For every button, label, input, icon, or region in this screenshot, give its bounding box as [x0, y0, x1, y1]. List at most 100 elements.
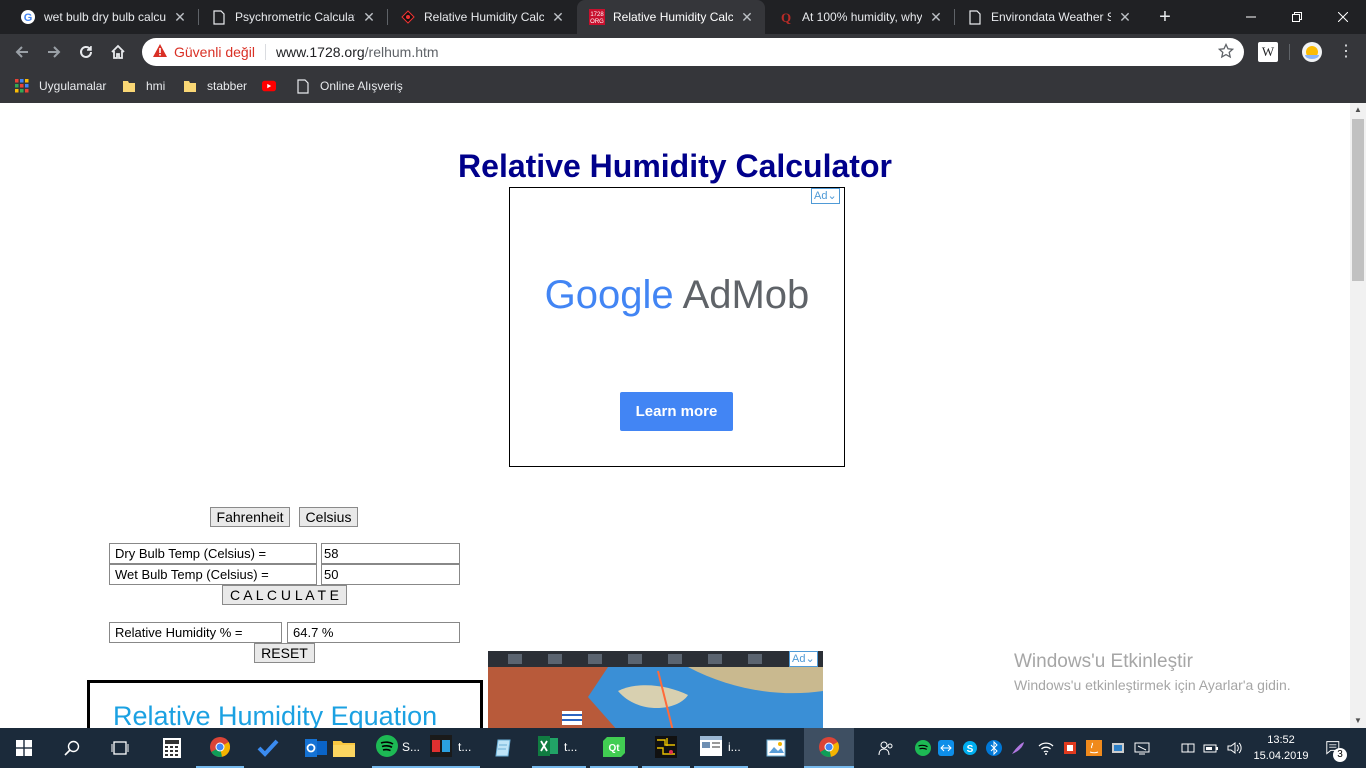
todo-check-icon[interactable] [244, 728, 292, 768]
start-windows-icon[interactable] [0, 728, 48, 768]
calculate-button[interactable]: C A L C U L A T E [222, 585, 347, 605]
teamviewer-tray-icon[interactable] [938, 740, 954, 756]
scroll-down-arrow-icon[interactable]: ▼ [1350, 714, 1366, 728]
browser-toolbar: Güvenli değil www.1728.org/relhum.htm W … [0, 34, 1366, 70]
taskbar-app-excel[interactable]: t... [532, 728, 586, 768]
security-label[interactable]: Güvenli değil [174, 44, 255, 60]
restore-icon[interactable] [1274, 0, 1320, 34]
clock[interactable]: 13:52 15.04.2019 [1252, 732, 1310, 764]
tab-environdata[interactable]: Environdata Weather St ✕ [955, 0, 1143, 34]
ad-badge[interactable]: Ad⌄ [811, 188, 840, 204]
new-tab-plus-icon[interactable]: + [1153, 5, 1177, 29]
ad-badge-label: Ad [792, 653, 806, 665]
bluetooth-icon[interactable] [986, 740, 1002, 756]
page-icon [211, 9, 227, 25]
chevron-down-icon: ⌄ [827, 190, 837, 202]
search-icon[interactable] [48, 728, 96, 768]
learn-more-button[interactable]: Learn more [620, 392, 733, 431]
qt-icon[interactable]: Qt [590, 728, 638, 768]
bookmark-apps[interactable]: Uygulamalar [15, 77, 106, 95]
tab-close-icon[interactable]: ✕ [172, 9, 188, 26]
taskbar-app-label: S... [402, 740, 421, 754]
feather-tray-icon[interactable] [1010, 740, 1026, 756]
tab-psychrometric[interactable]: Psychrometric Calculato ✕ [199, 0, 387, 34]
game-ad-banner[interactable]: Ad⌄ [488, 651, 823, 728]
tab-title: Relative Humidity Calcu [613, 10, 733, 24]
scroll-up-arrow-icon[interactable]: ▲ [1350, 103, 1366, 117]
wet-bulb-input[interactable]: 50 [321, 564, 460, 585]
bookmarks-bar: Uygulamalar hmi stabber Online Alışveriş [0, 70, 1366, 103]
spotify-icon [376, 734, 398, 760]
admob-ad-banner[interactable]: Ad⌄ Google AdMob Learn more [509, 187, 845, 467]
back-arrow-icon[interactable] [8, 38, 36, 66]
volume-icon[interactable] [1226, 740, 1242, 756]
admob-wordmark: AdMob [682, 273, 810, 317]
fahrenheit-button[interactable]: Fahrenheit [210, 507, 290, 527]
window-close-icon[interactable] [1320, 0, 1366, 34]
google-icon: G [20, 9, 36, 25]
home-icon[interactable] [104, 38, 132, 66]
notepad-icon[interactable] [480, 728, 528, 768]
notification-count-badge: 3 [1333, 748, 1347, 762]
relative-humidity-output[interactable]: 64.7 % [287, 622, 460, 643]
tab-close-icon[interactable]: ✕ [361, 9, 377, 26]
tab-close-icon[interactable]: ✕ [928, 9, 944, 26]
dry-bulb-input[interactable]: 58 [321, 543, 460, 564]
bookmark-stabber[interactable]: stabber [183, 77, 247, 95]
bookmark-label: hmi [146, 79, 166, 93]
display-tray-icon[interactable] [1134, 740, 1150, 756]
bookmark-label: stabber [207, 79, 248, 93]
circuit-icon[interactable] [642, 728, 690, 768]
tab-title: Psychrometric Calculato [235, 10, 355, 24]
bookmark-label: Uygulamalar [39, 79, 107, 93]
java-tray-icon[interactable] [1086, 740, 1102, 756]
wikipedia-extension-icon[interactable]: W [1258, 42, 1278, 62]
input-tray-icon[interactable] [1180, 740, 1196, 756]
svg-text:Q: Q [781, 10, 791, 24]
celsius-button[interactable]: Celsius [299, 507, 358, 527]
window-icon [700, 735, 722, 759]
relative-humidity-label: Relative Humidity % = [109, 622, 282, 643]
tab-relative-humidity-active[interactable]: 1728 ORG Relative Humidity Calcu ✕ [577, 0, 765, 34]
wifi-icon[interactable] [1038, 740, 1054, 756]
menu-dots-icon[interactable]: ⋮ [1336, 42, 1356, 62]
chrome-taskbar-icon[interactable] [196, 728, 244, 768]
reload-icon[interactable] [72, 38, 100, 66]
tab-close-icon[interactable]: ✕ [739, 9, 755, 26]
skype-tray-icon[interactable]: S [962, 740, 978, 756]
tab-relative-humidity-1[interactable]: Relative Humidity Calcu ✕ [388, 0, 576, 34]
battery-icon[interactable] [1203, 740, 1219, 756]
spotify-tray-icon[interactable] [915, 740, 931, 756]
tab-wet-bulb[interactable]: G wet bulb dry bulb calcu ✕ [8, 0, 198, 34]
warning-triangle-icon[interactable] [152, 43, 168, 61]
chrome-active-window-icon[interactable] [804, 728, 854, 768]
taskbar-app-spotify[interactable]: S... [372, 728, 426, 768]
ad-badge[interactable]: Ad⌄ [789, 651, 818, 667]
bookmark-online-alisveris[interactable]: Online Alışveriş [296, 77, 403, 95]
reset-button[interactable]: RESET [254, 643, 315, 663]
file-explorer-icon[interactable] [320, 728, 368, 768]
calculator-icon[interactable] [148, 728, 196, 768]
activate-windows-title: Windows'u Etkinleştir [1014, 651, 1193, 672]
taskbar-app-window[interactable]: i... [694, 728, 748, 768]
taskbar-app-game[interactable]: t... [426, 728, 480, 768]
usb-tray-icon[interactable] [1110, 740, 1126, 756]
tab-quora[interactable]: Q At 100% humidity, why ✕ [766, 0, 954, 34]
clock-date: 15.04.2019 [1253, 750, 1309, 762]
forward-arrow-icon[interactable] [40, 38, 68, 66]
scroll-thumb[interactable] [1352, 119, 1364, 281]
tab-close-icon[interactable]: ✕ [1117, 9, 1133, 26]
people-icon[interactable] [878, 740, 894, 756]
network-tray-icon[interactable] [1062, 740, 1078, 756]
omnibox-divider [264, 44, 266, 60]
tab-close-icon[interactable]: ✕ [550, 9, 566, 26]
page-scrollbar[interactable]: ▲ ▼ [1350, 103, 1366, 728]
bookmark-youtube[interactable] [262, 77, 286, 95]
paint-icon[interactable] [752, 728, 800, 768]
bookmark-hmi[interactable]: hmi [122, 77, 165, 95]
profile-avatar-icon[interactable] [1302, 42, 1322, 62]
bookmark-star-icon[interactable] [1217, 42, 1235, 62]
task-view-icon[interactable] [96, 728, 144, 768]
address-bar[interactable]: Güvenli değil www.1728.org/relhum.htm [142, 38, 1244, 66]
minimize-icon[interactable] [1228, 0, 1274, 34]
